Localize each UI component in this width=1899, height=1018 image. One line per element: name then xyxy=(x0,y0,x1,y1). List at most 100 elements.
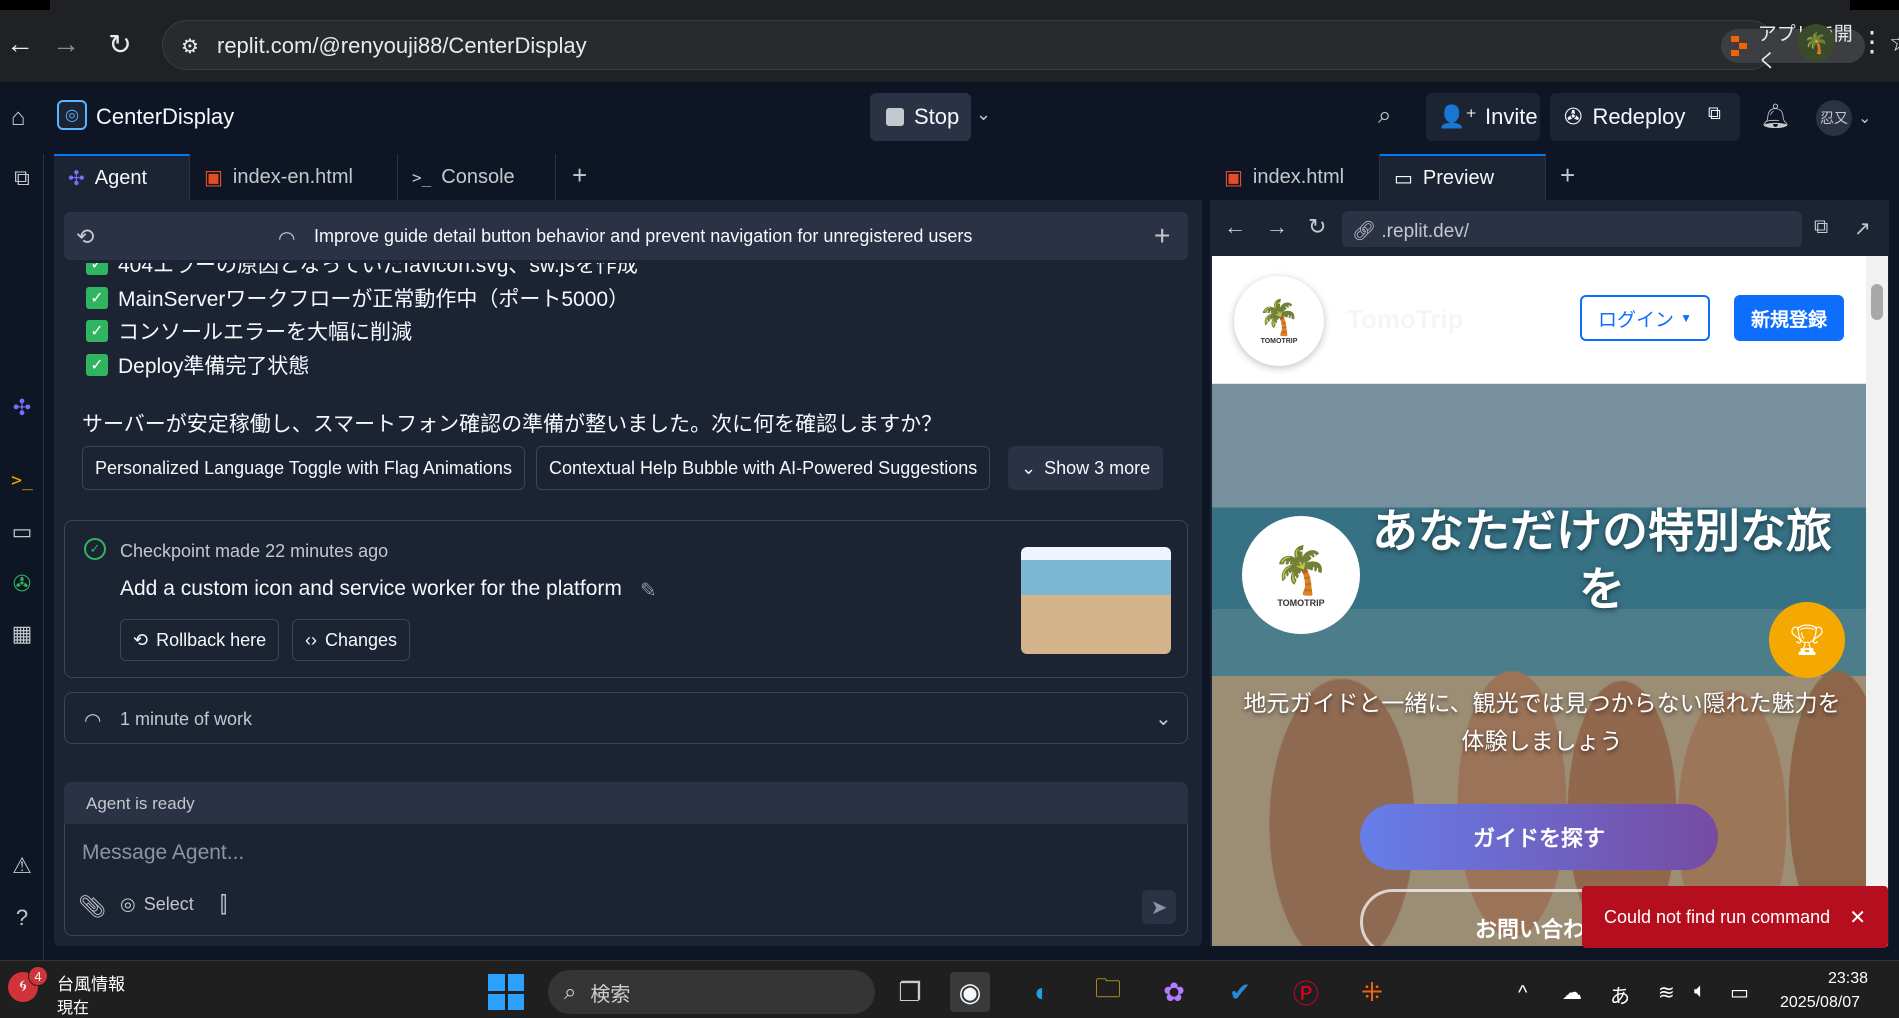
chevron-down-icon[interactable]: ⌄ xyxy=(1155,706,1172,731)
help-icon[interactable]: ? xyxy=(4,900,40,936)
find-guide-button[interactable]: ガイドを探す xyxy=(1360,804,1718,870)
preview-scrollbar[interactable] xyxy=(1866,256,1888,946)
address-url[interactable]: replit.com/@renyouji88/CenterDisplay xyxy=(217,33,587,59)
rollback-label: Rollback here xyxy=(156,629,267,650)
new-tab-icon[interactable]: ⧉ xyxy=(4,160,40,196)
show-more-button[interactable]: ⌄ Show 3 more xyxy=(1008,446,1164,490)
preview-url-field[interactable]: 🔗︎ .replit.dev/ xyxy=(1342,211,1802,247)
wifi-icon[interactable]: ≋ xyxy=(1658,980,1675,1005)
checkpoint-thumbnail[interactable] xyxy=(1021,547,1171,654)
volume-icon[interactable]: 🔈︎ xyxy=(1694,980,1706,1003)
site-navbar: 🌴 TOMOTRIP TomoTrip ログイン ▼ 新規登録 xyxy=(1212,256,1866,384)
tray-expand-icon[interactable]: ^ xyxy=(1518,982,1527,1005)
site-brand[interactable]: TomoTrip xyxy=(1347,304,1464,335)
deploy-icon: ✇ xyxy=(1564,104,1583,129)
reload-icon[interactable]: ↻ xyxy=(100,24,140,64)
onedrive-icon[interactable]: ☁ xyxy=(1562,980,1582,1005)
bell-icon[interactable]: 🔔︎ xyxy=(1760,102,1790,131)
tab-console[interactable]: >_ Console xyxy=(398,154,556,200)
bookmark-star-icon[interactable]: ☆ xyxy=(1889,27,1899,58)
history-icon[interactable]: ⟲ xyxy=(76,224,94,250)
add-tab-icon[interactable]: + xyxy=(572,160,587,191)
hero-logo-text: TOMOTRIP xyxy=(1277,597,1325,608)
back-arrow-icon[interactable]: ← xyxy=(0,24,40,64)
message-input[interactable] xyxy=(66,826,1184,880)
clock-date[interactable]: 2025/08/07 xyxy=(1780,994,1860,1012)
tab-index-en-html[interactable]: ▣ index-en.html xyxy=(190,154,398,200)
invite-button[interactable]: 👤⁺ Invite xyxy=(1426,93,1540,141)
add-tab-icon[interactable]: + xyxy=(1560,160,1575,191)
project-logo-icon[interactable]: ◎ xyxy=(57,100,87,130)
clock-time[interactable]: 23:38 xyxy=(1828,970,1868,988)
tab-label: index-en.html xyxy=(232,165,353,188)
site-settings-icon[interactable]: ⚙ xyxy=(177,33,203,59)
select-element-button[interactable]: ◎ Select xyxy=(120,894,194,915)
browser-profile-avatar[interactable]: 🌴 xyxy=(1797,24,1835,62)
todo-icon[interactable]: ✔ xyxy=(1220,972,1260,1012)
site-logo[interactable]: 🌴 TOMOTRIP xyxy=(1234,276,1324,366)
agent-icon: ✣ xyxy=(68,167,85,190)
monitor-icon[interactable]: ▭ xyxy=(4,514,40,550)
new-chat-icon[interactable]: + xyxy=(1154,220,1170,252)
reload-icon[interactable]: ↻ xyxy=(1308,214,1326,240)
forward-arrow-icon[interactable]: → xyxy=(1266,214,1288,240)
battery-icon[interactable]: ▭ xyxy=(1730,980,1749,1005)
login-dropdown-button[interactable]: ログイン ▼ xyxy=(1580,295,1710,341)
search-icon: ⌕ xyxy=(564,979,577,1004)
deploy-icon[interactable]: ✇ xyxy=(4,566,40,602)
chat-title[interactable]: Improve guide detail button behavior and… xyxy=(314,226,972,247)
address-bar[interactable]: ⚙ replit.com/@renyouji88/CenterDisplay ア… xyxy=(162,20,1899,72)
checklist-text: MainServerワークフローが正常動作中（ポート5000） xyxy=(118,288,630,311)
browser-menu-icon[interactable]: ⋮ xyxy=(1858,24,1886,64)
ime-indicator[interactable]: あ xyxy=(1610,980,1630,1009)
external-link-icon[interactable]: ↗ xyxy=(1854,216,1871,241)
file-explorer-icon[interactable]: 🗀 xyxy=(1088,972,1128,1012)
send-button[interactable]: ➤ xyxy=(1142,890,1176,924)
replit-app-icon[interactable]: ⁜ xyxy=(1352,972,1392,1012)
alert-bell-icon[interactable]: ⚠ xyxy=(4,848,40,884)
tab-index-html[interactable]: ▣ index.html xyxy=(1210,154,1380,200)
console-icon[interactable]: >_ xyxy=(4,462,40,498)
stop-button[interactable]: Stop xyxy=(870,93,971,141)
m365-icon[interactable]: ✿ xyxy=(1154,972,1194,1012)
tab-preview[interactable]: ▭ Preview xyxy=(1380,154,1546,200)
chevron-down-icon[interactable]: ⌄ xyxy=(976,104,991,125)
paperclip-icon[interactable]: 📎︎ xyxy=(78,894,106,920)
checklist-text: Deploy準備完了状態 xyxy=(118,355,310,378)
site-logo-text: TOMOTRIP xyxy=(1260,337,1298,345)
invite-label: Invite xyxy=(1485,104,1538,129)
suggestion-chip[interactable]: Contextual Help Bubble with AI-Powered S… xyxy=(536,446,991,490)
pinterest-icon[interactable]: Ⓟ xyxy=(1286,972,1326,1012)
user-avatar[interactable]: 忍又 xyxy=(1816,100,1852,136)
back-arrow-icon[interactable]: ← xyxy=(1224,214,1246,240)
taskbar-search[interactable]: ⌕ 検索 xyxy=(548,970,875,1014)
sliders-icon[interactable]: ⫿ xyxy=(220,892,227,918)
chrome-icon[interactable]: ◉ xyxy=(950,972,990,1012)
error-toast: Could not find run command ✕ xyxy=(1582,886,1888,948)
trophy-icon[interactable]: 🏆︎ xyxy=(1769,602,1845,678)
suggestion-chip[interactable]: Personalized Language Toggle with Flag A… xyxy=(82,446,525,490)
gauge-icon: ◠ xyxy=(84,710,102,732)
weather-subtitle: 現在 xyxy=(57,1000,90,1017)
tab-agent[interactable]: ✣ Agent xyxy=(54,154,190,200)
forward-arrow-icon[interactable]: → xyxy=(46,24,86,64)
task-view-icon[interactable]: ❐ xyxy=(890,972,930,1012)
show-more-label: Show 3 more xyxy=(1044,457,1151,478)
edit-pencil-icon[interactable]: ✎ xyxy=(640,578,657,603)
home-icon[interactable]: ⌂ xyxy=(0,98,36,138)
open-deployment-icon[interactable]: ⧉ xyxy=(1708,103,1732,127)
windows-start-icon[interactable] xyxy=(488,974,524,1010)
agent-icon[interactable]: ✣ xyxy=(4,390,40,426)
chevron-down-icon[interactable]: ⌄ xyxy=(1858,108,1871,128)
apps-grid-icon[interactable]: ▦ xyxy=(4,616,40,652)
project-name[interactable]: CenterDisplay xyxy=(96,104,234,130)
signup-button[interactable]: 新規登録 xyxy=(1734,295,1844,341)
search-icon[interactable]: ⌕ xyxy=(1378,102,1391,130)
open-in-app-button[interactable]: アプリで開く xyxy=(1721,24,1865,72)
edge-icon[interactable]: ◐ xyxy=(1022,972,1062,1012)
changes-button[interactable]: ‹› Changes xyxy=(292,619,411,661)
devices-icon[interactable]: ⧉ xyxy=(1814,216,1828,239)
weather-title[interactable]: 台風情報 xyxy=(57,970,125,995)
close-icon[interactable]: ✕ xyxy=(1849,905,1866,930)
rollback-button[interactable]: ⟲ Rollback here xyxy=(120,619,280,661)
